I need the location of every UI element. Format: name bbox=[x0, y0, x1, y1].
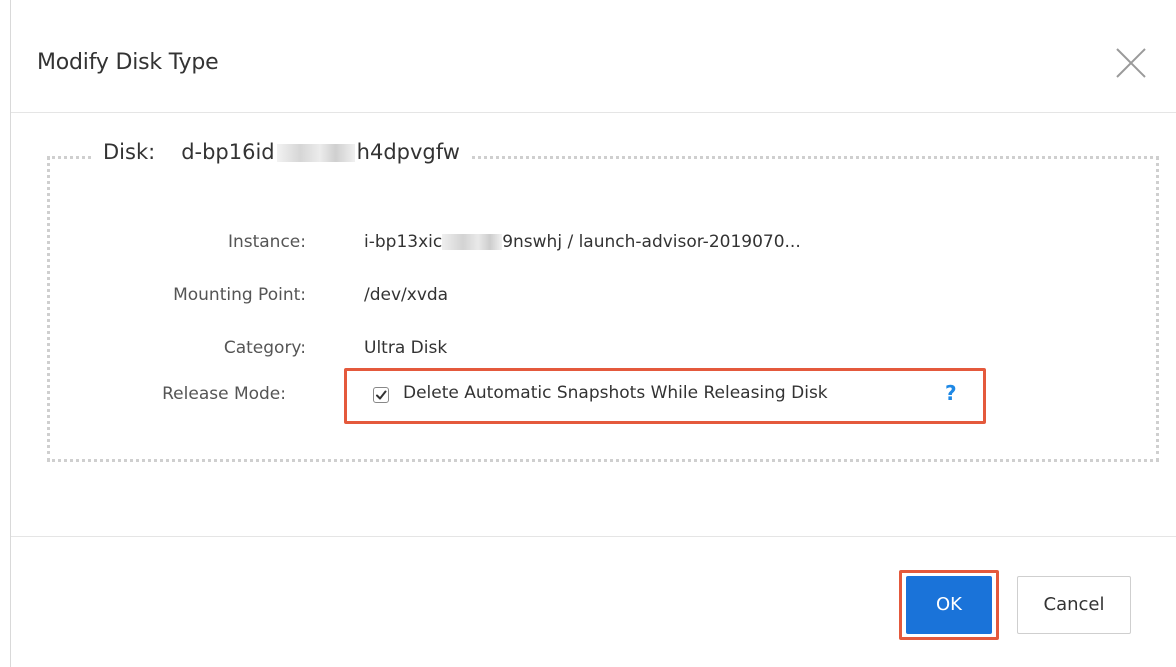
ok-button[interactable]: OK bbox=[906, 576, 992, 634]
mount-value: /dev/xvda bbox=[364, 285, 449, 305]
close-icon[interactable] bbox=[1114, 46, 1148, 80]
disk-id-suffix: h4dpvgfw bbox=[356, 140, 460, 164]
dialog-title: Modify Disk Type bbox=[37, 50, 219, 75]
category-value: Ultra Disk bbox=[364, 338, 448, 358]
modify-disk-type-dialog: Modify Disk Type Disk: d-bp16id h4dpvgfw I… bbox=[10, 0, 1176, 667]
help-icon[interactable]: ? bbox=[945, 381, 957, 405]
disk-legend: Disk: d-bp16id h4dpvgfw bbox=[91, 140, 472, 164]
disk-id-prefix: d-bp16id bbox=[181, 140, 275, 164]
category-label: Category: bbox=[223, 338, 306, 358]
instance-value: i-bp13xic 9nswhj / launch-advisor-2019070… bbox=[364, 232, 801, 252]
redacted-blur bbox=[442, 234, 503, 250]
dialog-header: Modify Disk Type bbox=[11, 0, 1176, 113]
checkmark-icon bbox=[376, 390, 387, 400]
release-checkbox[interactable] bbox=[373, 387, 389, 403]
instance-id-prefix: i-bp13xic bbox=[364, 232, 443, 252]
disk-label: Disk: bbox=[103, 140, 156, 164]
footer-divider bbox=[11, 536, 1176, 537]
release-label: Release Mode: bbox=[162, 384, 286, 404]
instance-id-suffix: 9nswhj / launch-advisor-2019070... bbox=[502, 232, 801, 252]
mount-label: Mounting Point: bbox=[173, 285, 306, 305]
redacted-blur bbox=[276, 144, 355, 162]
release-checkbox-label[interactable]: Delete Automatic Snapshots While Releasi… bbox=[403, 383, 828, 403]
instance-label: Instance: bbox=[227, 232, 306, 252]
cancel-button[interactable]: Cancel bbox=[1017, 576, 1131, 634]
